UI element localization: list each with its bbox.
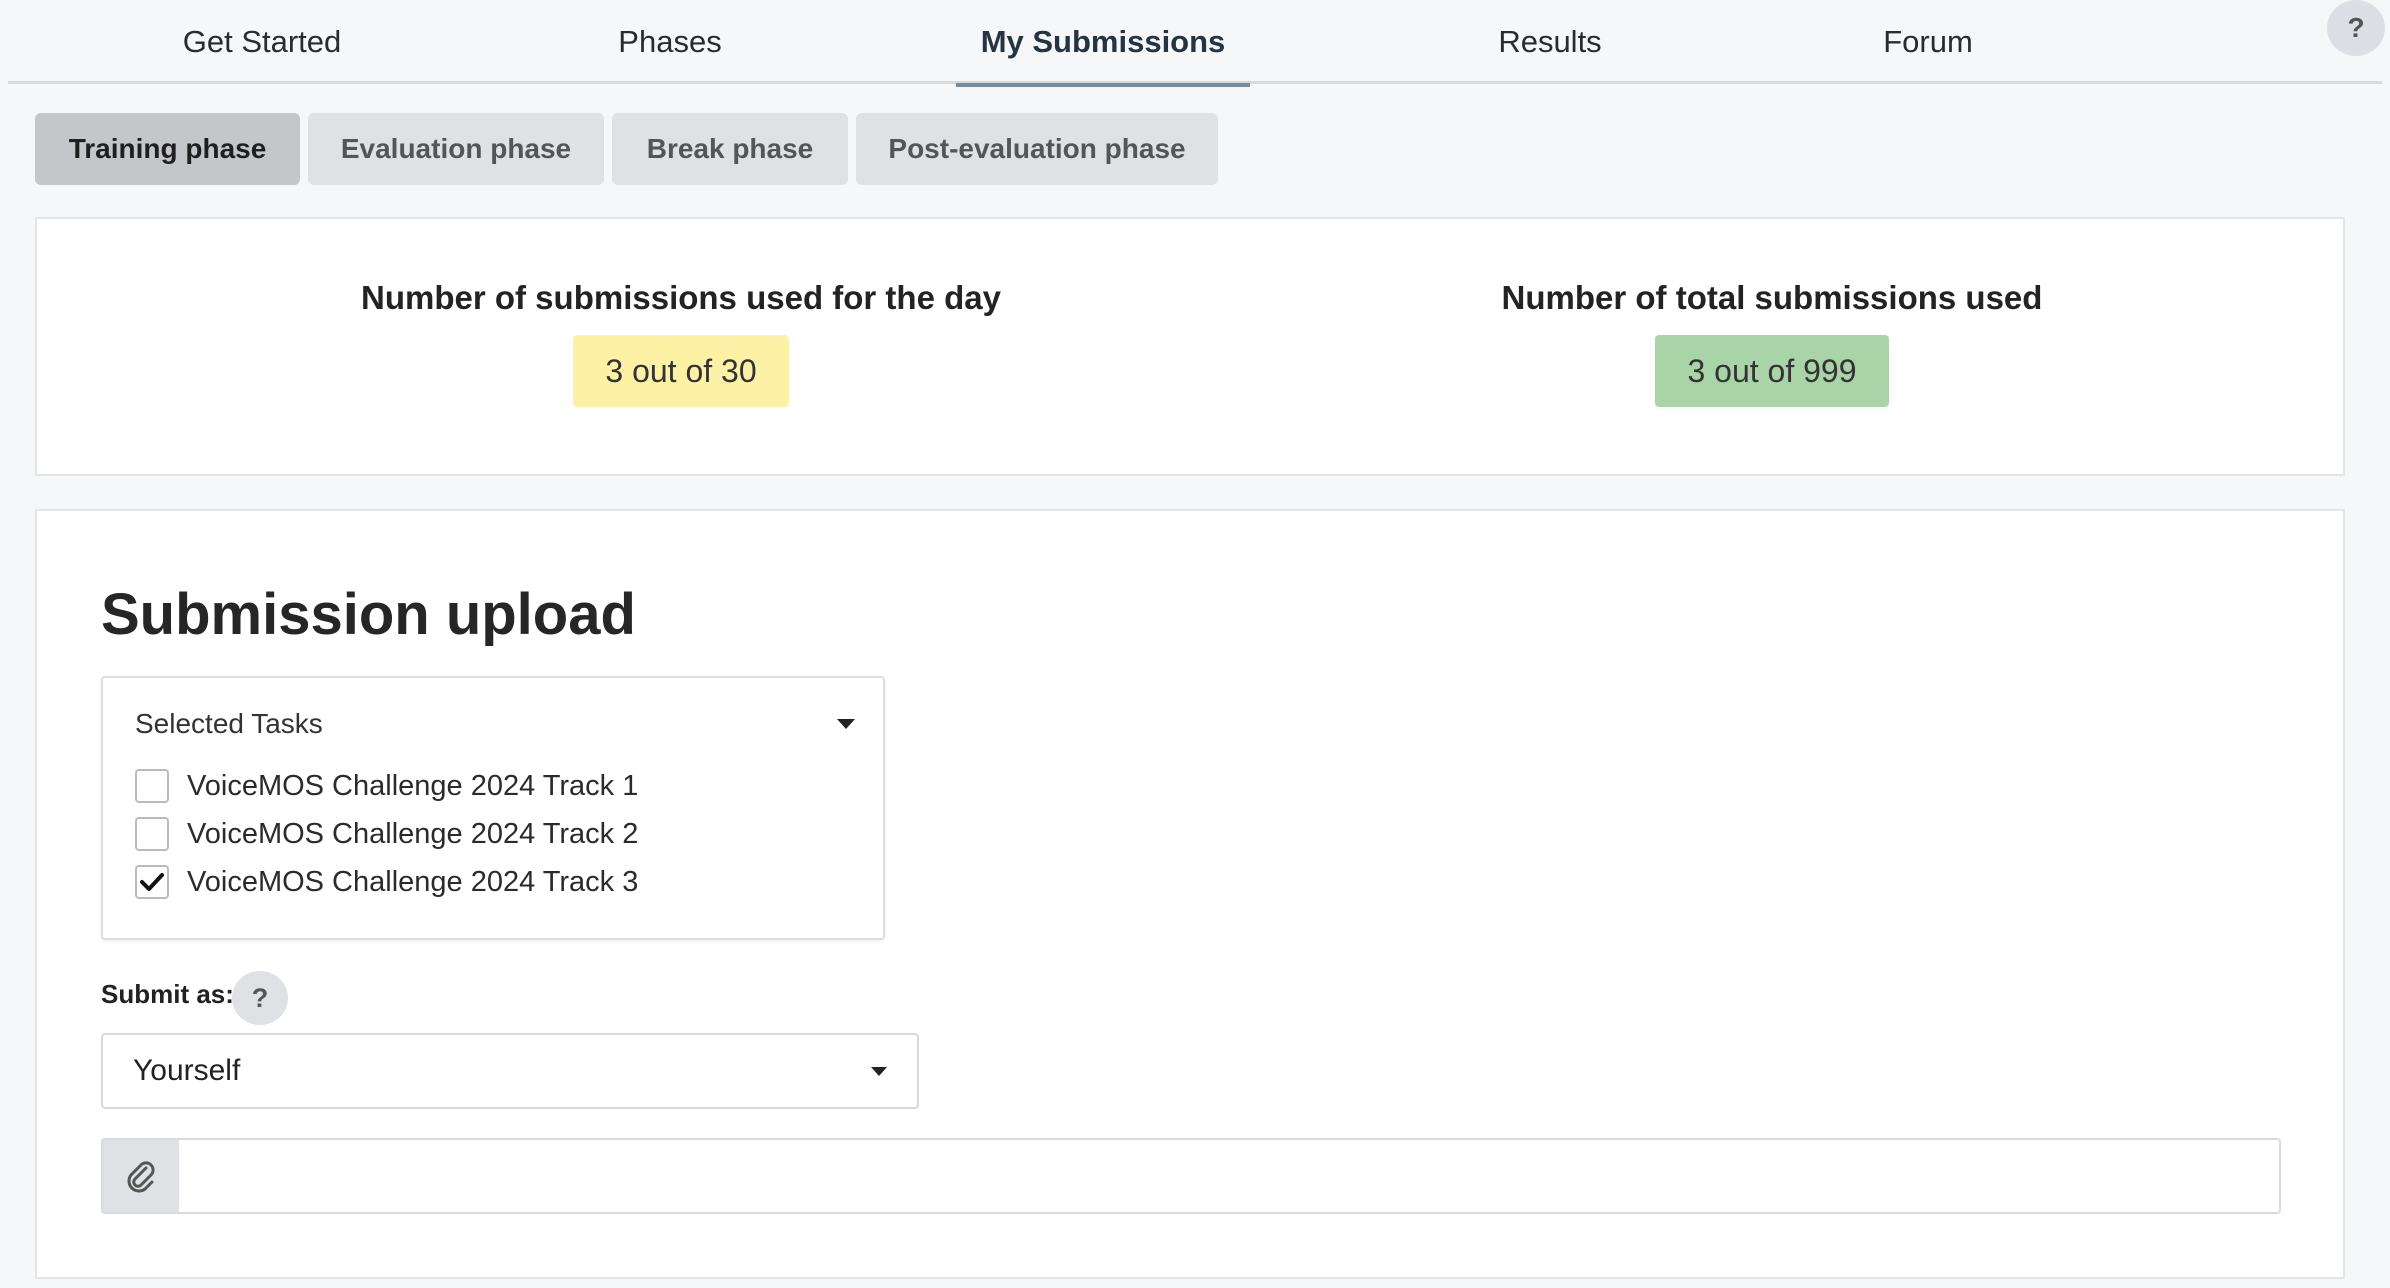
page-title: Submission upload	[101, 582, 636, 647]
daily-submissions-title: Number of submissions used for the day	[361, 279, 1001, 316]
help-button[interactable]: ?	[2327, 0, 2385, 56]
tab-evaluation-phase[interactable]: Evaluation phase	[308, 113, 604, 185]
paperclip-icon	[127, 1161, 155, 1193]
nav-my-submissions[interactable]: My Submissions	[956, 0, 1250, 87]
task-checkbox-track-1[interactable]	[135, 769, 169, 803]
submit-as-value: Yourself	[133, 1054, 241, 1087]
caret-down-icon	[837, 719, 855, 729]
daily-submissions-badge: 3 out of 30	[573, 335, 789, 407]
caret-down-icon	[871, 1066, 887, 1076]
task-checkbox-track-2[interactable]	[135, 817, 169, 851]
nav-get-started[interactable]: Get Started	[120, 0, 404, 84]
task-item-track-2[interactable]: VoiceMOS Challenge 2024 Track 2	[135, 814, 638, 854]
daily-submissions-stat: Number of submissions used for the day 3…	[357, 279, 1005, 407]
selected-tasks-label: Selected Tasks	[135, 708, 323, 739]
tab-post-evaluation-phase[interactable]: Post-evaluation phase	[856, 113, 1218, 185]
nav-phases[interactable]: Phases	[528, 0, 812, 84]
file-name-field[interactable]	[179, 1140, 2279, 1212]
checkmark-icon	[140, 873, 164, 891]
submit-as-help-button[interactable]: ?	[232, 971, 288, 1025]
submission-stats-panel: Number of submissions used for the day 3…	[35, 217, 2345, 476]
task-checkbox-track-3[interactable]	[135, 865, 169, 899]
submit-as-select[interactable]: Yourself	[101, 1033, 919, 1109]
nav-forum[interactable]: Forum	[1786, 0, 2070, 84]
tab-break-phase[interactable]: Break phase	[612, 113, 848, 185]
file-upload-input[interactable]	[101, 1138, 2281, 1214]
phase-tabs: Training phase Evaluation phase Break ph…	[35, 113, 1218, 185]
total-submissions-stat: Number of total submissions used 3 out o…	[1477, 279, 2067, 407]
selected-tasks-toggle[interactable]: Selected Tasks	[135, 704, 855, 744]
task-item-track-3[interactable]: VoiceMOS Challenge 2024 Track 3	[135, 862, 638, 902]
tab-training-phase[interactable]: Training phase	[35, 113, 300, 185]
selected-tasks-box: Selected Tasks VoiceMOS Challenge 2024 T…	[101, 676, 885, 940]
submission-upload-panel: Submission upload Selected Tasks VoiceMO…	[35, 509, 2345, 1279]
total-submissions-title: Number of total submissions used	[1501, 279, 2043, 316]
task-label: VoiceMOS Challenge 2024 Track 2	[187, 817, 639, 850]
task-label: VoiceMOS Challenge 2024 Track 1	[187, 769, 639, 802]
file-upload-button[interactable]	[103, 1140, 179, 1212]
top-nav: Get Started Phases My Submissions Result…	[8, 0, 2385, 87]
submit-as-label: Submit as:	[101, 979, 234, 1009]
nav-results[interactable]: Results	[1408, 0, 1692, 84]
task-label: VoiceMOS Challenge 2024 Track 3	[187, 865, 639, 898]
total-submissions-badge: 3 out of 999	[1655, 335, 1889, 407]
task-item-track-1[interactable]: VoiceMOS Challenge 2024 Track 1	[135, 766, 638, 806]
